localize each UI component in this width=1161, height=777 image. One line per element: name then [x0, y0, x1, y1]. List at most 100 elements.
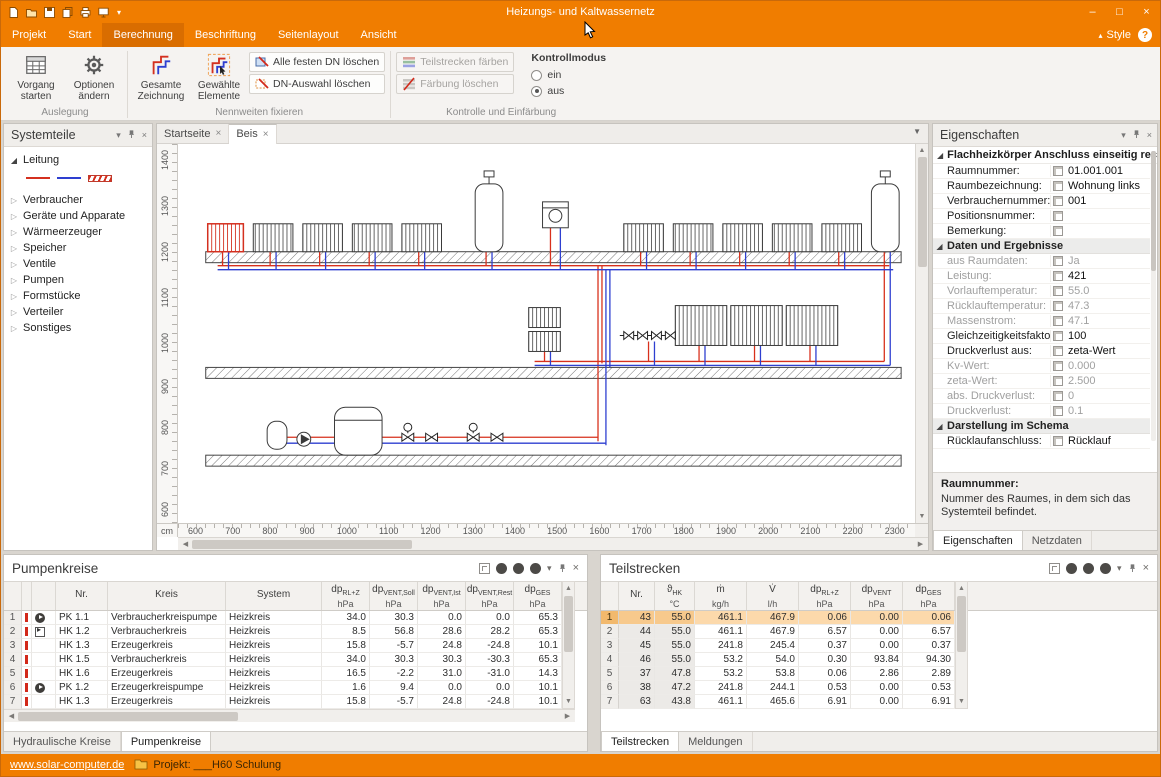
- table-row[interactable]: 3 45 55.0 241.8 245.4 0.37 0.00 0.37: [601, 639, 1157, 653]
- website-link[interactable]: www.solar-computer.de: [10, 759, 124, 771]
- close-icon[interactable]: ×: [1147, 130, 1152, 140]
- middle-floor-heaters[interactable]: [529, 306, 838, 352]
- property-row[interactable]: ◢ Rücklauftemperatur: 47.3: [933, 299, 1150, 314]
- property-row[interactable]: ◢ Raumnummer: 01.001.001: [933, 164, 1150, 179]
- panel-tab[interactable]: Teilstrecken: [601, 732, 679, 751]
- formula-toggle-icon[interactable]: [1051, 391, 1065, 401]
- top-floor-radiators[interactable]: [208, 224, 862, 252]
- column-header[interactable]: dpVENT,Soll hPa: [370, 582, 418, 610]
- scroll-up-icon[interactable]: ▲: [563, 582, 574, 595]
- formula-toggle-icon[interactable]: [1051, 226, 1065, 236]
- scroll-thumb[interactable]: [564, 596, 573, 652]
- ribbon-tab[interactable]: Start: [57, 23, 102, 47]
- pin-icon[interactable]: [1132, 129, 1141, 141]
- chevron-down-icon[interactable]: ▾: [1121, 130, 1126, 141]
- formula-toggle-icon[interactable]: [1051, 361, 1065, 371]
- table-horizontal-scrollbar[interactable]: ◀ ▶: [4, 709, 575, 722]
- formula-toggle-icon[interactable]: [1051, 301, 1065, 311]
- column-header[interactable]: dpVENT hPa: [851, 582, 903, 610]
- table-row[interactable]: 6 PK 1.2 Erzeugerkreispumpe Heizkreis 1.…: [4, 681, 587, 695]
- scroll-down-icon[interactable]: ▼: [956, 695, 967, 708]
- table-row[interactable]: 1 PK 1.1 Verbraucherkreispumpe Heizkreis…: [4, 611, 587, 625]
- table-row[interactable]: 4 46 55.0 53.2 54.0 0.30 93.84 94.30: [601, 653, 1157, 667]
- panel-tab[interactable]: Pumpenkreise: [121, 732, 211, 751]
- formula-toggle-icon[interactable]: [1051, 256, 1065, 266]
- ribbon-tab[interactable]: Berechnung: [102, 23, 183, 47]
- document-tab[interactable]: Startseite ×: [157, 124, 229, 143]
- schematic-drawing[interactable]: [178, 144, 915, 523]
- teilstrecken-faerben-button[interactable]: Teilstrecken färben: [396, 52, 514, 72]
- column-header[interactable]: V̇ l/h: [747, 582, 799, 610]
- canvas-horizontal-scrollbar[interactable]: ◀ ▶: [178, 537, 928, 550]
- preview-icon[interactable]: [97, 6, 110, 19]
- formula-toggle-icon[interactable]: [1051, 196, 1065, 206]
- plant-room-equipment[interactable]: [267, 407, 382, 455]
- maximize-button[interactable]: □: [1106, 1, 1133, 23]
- table-row[interactable]: 2 HK 1.2 Verbraucherkreis Heizkreis 8.5 …: [4, 625, 587, 639]
- scroll-left-icon[interactable]: ◀: [179, 538, 192, 551]
- property-row[interactable]: ◢ Verbrauchernummer: 001: [933, 194, 1150, 209]
- close-tab-icon[interactable]: ×: [215, 128, 221, 139]
- copy-icon[interactable]: [61, 6, 74, 19]
- property-row[interactable]: ◢ Gleichzeitigkeitsfaktor: 100: [933, 329, 1150, 344]
- tree-item[interactable]: ▷ Ventile: [4, 256, 152, 272]
- property-row[interactable]: ◢ abs. Druckverlust: 0: [933, 389, 1150, 404]
- style-button[interactable]: ▴Style: [1099, 29, 1131, 41]
- formula-toggle-icon[interactable]: [1051, 286, 1065, 296]
- tree-item[interactable]: ▷ Verteiler: [4, 304, 152, 320]
- scroll-left-icon[interactable]: ◀: [5, 710, 18, 723]
- ribbon-tab[interactable]: Projekt: [1, 23, 57, 47]
- panel-tool-icon-1[interactable]: [1066, 563, 1077, 574]
- table-row[interactable]: 5 HK 1.6 Erzeugerkreis Heizkreis 16.5 -2…: [4, 667, 587, 681]
- table-vertical-scrollbar[interactable]: ▲ ▼: [955, 581, 968, 709]
- help-button[interactable]: ?: [1138, 28, 1152, 42]
- grid-options-icon[interactable]: [479, 563, 490, 574]
- column-header[interactable]: ṁ kg/h: [695, 582, 747, 610]
- property-row[interactable]: ◢ Druckverlust: 0.1: [933, 404, 1150, 419]
- table-row[interactable]: 7 HK 1.3 Erzeugerkreis Heizkreis 15.8 -5…: [4, 695, 587, 709]
- dn-auswahl-loeschen-button[interactable]: DN-Auswahl löschen: [249, 74, 385, 94]
- panel-tab[interactable]: Hydraulische Kreise: [4, 732, 121, 751]
- bottom-valves[interactable]: [402, 423, 503, 441]
- panel-tab[interactable]: Meldungen: [679, 732, 752, 751]
- scroll-thumb[interactable]: [192, 540, 412, 549]
- close-button[interactable]: ×: [1133, 1, 1160, 23]
- formula-toggle-icon[interactable]: [1051, 376, 1065, 386]
- tree-item[interactable]: ▷ Verbraucher: [4, 192, 152, 208]
- ribbon-tab[interactable]: Beschriftung: [184, 23, 267, 47]
- property-row[interactable]: ◢ Bemerkung:: [933, 224, 1150, 239]
- double-pipe-swatch[interactable]: [88, 175, 112, 182]
- formula-toggle-icon[interactable]: [1051, 211, 1065, 221]
- formula-toggle-icon[interactable]: [1051, 316, 1065, 326]
- property-row[interactable]: ◢ Darstellung im Schema: [933, 419, 1150, 434]
- close-icon[interactable]: ×: [573, 562, 579, 574]
- tree-item[interactable]: ▷ Pumpen: [4, 272, 152, 288]
- scroll-up-icon[interactable]: ▲: [916, 144, 928, 157]
- tree-item[interactable]: ▷ Geräte und Apparate: [4, 208, 152, 224]
- column-header[interactable]: dpVENT,Rest hPa: [466, 582, 514, 610]
- formula-toggle-icon[interactable]: [1051, 406, 1065, 416]
- table-row[interactable]: 1 43 55.0 461.1 467.9 0.06 0.00 0.06: [601, 611, 1157, 625]
- pin-icon[interactable]: [127, 129, 136, 141]
- table-vertical-scrollbar[interactable]: ▲ ▼: [562, 581, 575, 709]
- table-row[interactable]: 2 44 55.0 461.1 467.9 6.57 0.00 6.57: [601, 625, 1157, 639]
- scroll-down-icon[interactable]: ▼: [916, 510, 928, 523]
- formula-toggle-icon[interactable]: [1051, 166, 1065, 176]
- grid-options-icon[interactable]: [1049, 563, 1060, 574]
- properties-scrollbar[interactable]: [1151, 151, 1156, 441]
- table-row[interactable]: 3 HK 1.3 Erzeugerkreis Heizkreis 15.8 -5…: [4, 639, 587, 653]
- scroll-thumb[interactable]: [18, 712, 238, 721]
- document-tab[interactable]: Beis ×: [229, 124, 276, 144]
- table-row[interactable]: 7 63 43.8 461.1 465.6 6.91 0.00 6.91: [601, 695, 1157, 709]
- property-row[interactable]: ◢ Vorlauftemperatur: 55.0: [933, 284, 1150, 299]
- scroll-thumb[interactable]: [957, 596, 966, 652]
- property-row[interactable]: ◢ Raumbezeichnung: Wohnung links: [933, 179, 1150, 194]
- tree-item[interactable]: ▷ Sonstiges: [4, 320, 152, 336]
- scroll-up-icon[interactable]: ▲: [956, 582, 967, 595]
- open-folder-icon[interactable]: [25, 6, 38, 19]
- ribbon-tab[interactable]: Ansicht: [350, 23, 408, 47]
- property-row[interactable]: ◢ Leistung: 421: [933, 269, 1150, 284]
- optionen-aendern-button[interactable]: Optionen ändern: [66, 49, 122, 105]
- tree-item[interactable]: ▷ Formstücke: [4, 288, 152, 304]
- formula-toggle-icon[interactable]: [1051, 436, 1065, 446]
